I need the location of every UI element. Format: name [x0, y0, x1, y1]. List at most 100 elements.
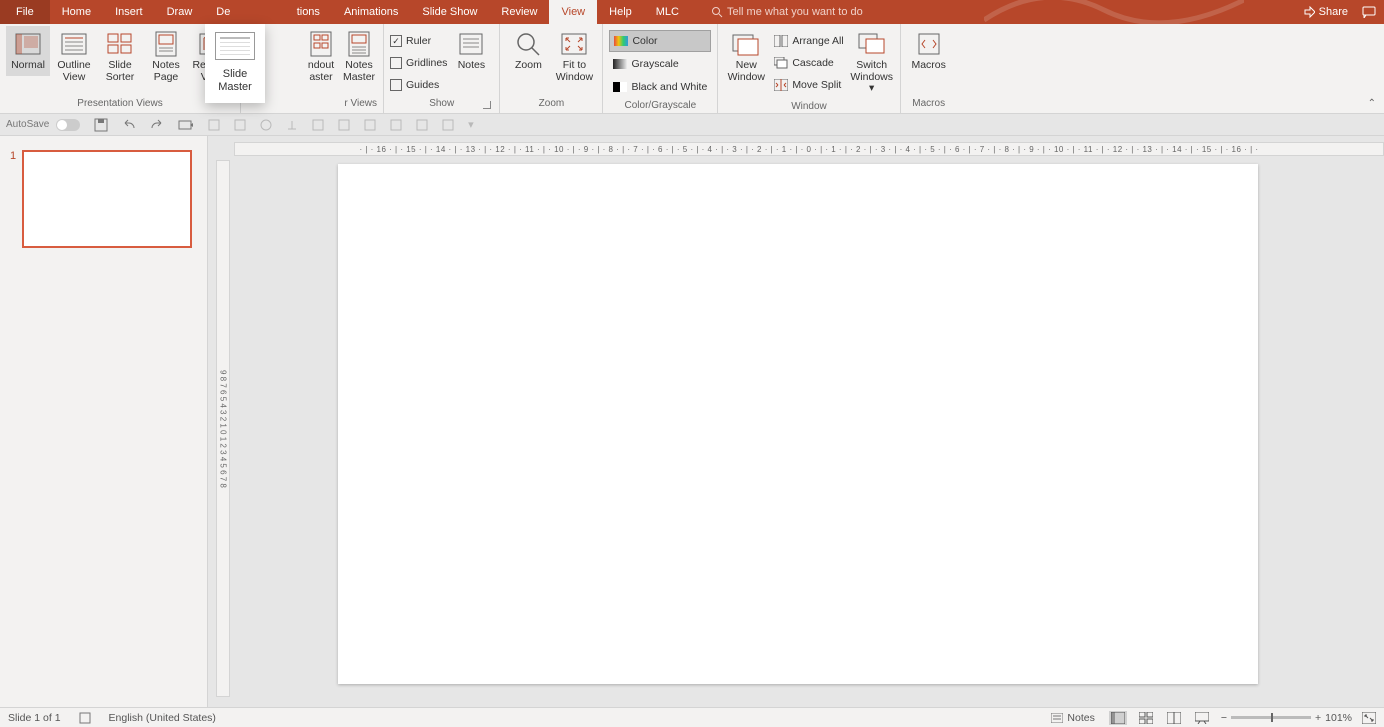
collapse-ribbon-button[interactable]: ⌃	[1368, 98, 1376, 109]
slide-master-tooltip[interactable]: SlideMaster	[205, 24, 265, 103]
language-status[interactable]: English (United States)	[109, 712, 216, 724]
dialog-launcher-icon[interactable]	[483, 101, 491, 109]
zoom-out-button[interactable]: −	[1221, 712, 1227, 724]
notes-master-icon	[345, 30, 373, 58]
handout-master-button[interactable]: ndout aster	[303, 26, 339, 87]
slide-counter[interactable]: Slide 1 of 1	[8, 712, 61, 724]
autosave-toggle[interactable]: AutoSave	[6, 119, 80, 131]
fit-to-window-button[interactable]: Fit to Window	[552, 26, 596, 87]
slide-thumbnail-1[interactable]: 1	[10, 150, 197, 248]
qat-icon-3[interactable]	[260, 119, 272, 131]
tab-animations[interactable]: Animations	[332, 0, 410, 24]
zoom-controls: − + 101%	[1221, 712, 1352, 724]
zoom-slider[interactable]	[1231, 716, 1311, 719]
switch-windows-button[interactable]: Switch Windows ▾	[850, 26, 894, 99]
notes-page-label: Notes Page	[146, 60, 186, 83]
search-icon	[711, 6, 723, 18]
ruler-checkbox[interactable]: ✓ Ruler	[390, 30, 447, 52]
tab-slideshow[interactable]: Slide Show	[410, 0, 489, 24]
move-split-button[interactable]: Move Split	[770, 74, 847, 96]
arrange-all-label: Arrange All	[792, 35, 843, 47]
arrange-all-button[interactable]: Arrange All	[770, 30, 847, 52]
qat-icon-6[interactable]	[338, 119, 350, 131]
vertical-ruler[interactable]: 9 8 7 6 5 4 3 2 1 0 1 2 3 4 5 6 7 8	[216, 160, 230, 697]
slide-sorter-button[interactable]: Slide Sorter	[98, 26, 142, 87]
notes-button[interactable]: Notes	[449, 26, 493, 76]
reading-view-status-button[interactable]	[1165, 711, 1183, 725]
tell-me-placeholder: Tell me what you want to do	[727, 6, 863, 18]
grayscale-label: Grayscale	[631, 58, 678, 70]
accessibility-icon[interactable]	[79, 712, 91, 724]
tab-home[interactable]: Home	[50, 0, 103, 24]
qat-customize-caret[interactable]: ▾	[468, 118, 474, 131]
normal-view-status-button[interactable]	[1109, 711, 1127, 725]
tab-transitions[interactable]: tions	[285, 0, 332, 24]
tab-design[interactable]: De	[204, 0, 242, 24]
horizontal-ruler[interactable]: · | · 16 · | · 15 · | · 14 · | · 13 · | …	[234, 142, 1384, 156]
tab-help[interactable]: Help	[597, 0, 644, 24]
tab-file[interactable]: File	[0, 0, 50, 24]
zoom-in-button[interactable]: +	[1315, 712, 1321, 724]
move-split-label: Move Split	[792, 79, 841, 91]
group-label-window: Window	[724, 99, 893, 116]
slide-number: 1	[10, 150, 16, 248]
guides-checkbox[interactable]: Guides	[390, 74, 447, 96]
qat-icon-5[interactable]	[312, 119, 324, 131]
grayscale-button[interactable]: Grayscale	[609, 53, 711, 75]
qat-icon-1[interactable]	[208, 119, 220, 131]
tab-mlc[interactable]: MLC	[644, 0, 691, 24]
zoom-level[interactable]: 101%	[1325, 712, 1352, 724]
tab-review[interactable]: Review	[489, 0, 549, 24]
new-window-label: New Window	[726, 60, 766, 83]
macros-button[interactable]: Macros	[907, 26, 951, 76]
color-button[interactable]: Color	[609, 30, 711, 52]
tab-insert[interactable]: Insert	[103, 0, 155, 24]
redo-icon[interactable]	[150, 118, 164, 132]
qat-icon-7[interactable]	[364, 119, 376, 131]
comments-icon[interactable]	[1362, 6, 1376, 18]
outline-view-label: Outline View	[54, 60, 94, 83]
slide-thumbnail-panel[interactable]: 1	[0, 136, 208, 707]
qat-icon-4[interactable]	[286, 119, 298, 131]
handout-master-icon	[307, 30, 335, 58]
zoom-button[interactable]: Zoom	[506, 26, 550, 76]
qat-icon-8[interactable]	[390, 119, 402, 131]
qat-icon-10[interactable]	[442, 119, 454, 131]
fit-to-window-status-button[interactable]	[1362, 712, 1376, 724]
slide-master-label: SlideMaster	[218, 68, 252, 93]
notes-toggle[interactable]: Notes	[1047, 710, 1098, 726]
tell-me-search[interactable]: Tell me what you want to do	[711, 6, 863, 18]
group-label-color-grayscale: Color/Grayscale	[609, 98, 711, 115]
gridlines-checkbox[interactable]: Gridlines	[390, 52, 447, 74]
share-button[interactable]: Share	[1303, 6, 1348, 18]
undo-icon[interactable]	[122, 118, 136, 132]
tab-view[interactable]: View	[549, 0, 597, 24]
checkbox-checked-icon: ✓	[390, 35, 402, 47]
macros-icon	[915, 30, 943, 58]
zoom-icon	[514, 30, 542, 58]
handout-master-label: ndout aster	[305, 60, 337, 83]
slideshow-status-button[interactable]	[1193, 711, 1211, 725]
new-window-button[interactable]: New Window	[724, 26, 768, 87]
gridlines-label: Gridlines	[406, 57, 447, 69]
group-label-master-views: r Views	[247, 96, 377, 113]
cascade-button[interactable]: Cascade	[770, 52, 847, 74]
save-icon[interactable]	[94, 118, 108, 132]
sorter-view-status-button[interactable]	[1137, 711, 1155, 725]
notes-label: Notes	[458, 60, 485, 72]
notes-page-button[interactable]: Notes Page	[144, 26, 188, 87]
black-white-button[interactable]: Black and White	[609, 76, 711, 98]
qat-icon-9[interactable]	[416, 119, 428, 131]
reading-view-status-icon	[1167, 712, 1181, 724]
ruler-label: Ruler	[406, 35, 431, 47]
status-bar: Slide 1 of 1 English (United States) Not…	[0, 707, 1384, 727]
color-swatch-icon	[614, 36, 628, 46]
notes-master-button[interactable]: Notes Master	[341, 26, 377, 87]
outline-view-button[interactable]: Outline View	[52, 26, 96, 87]
qat-icon-2[interactable]	[234, 119, 246, 131]
from-beginning-icon[interactable]	[178, 118, 194, 132]
slide-canvas[interactable]	[338, 164, 1258, 684]
normal-view-button[interactable]: Normal	[6, 26, 50, 76]
tab-draw[interactable]: Draw	[155, 0, 205, 24]
slide-edit-area[interactable]: · | · 16 · | · 15 · | · 14 · | · 13 · | …	[208, 136, 1384, 707]
